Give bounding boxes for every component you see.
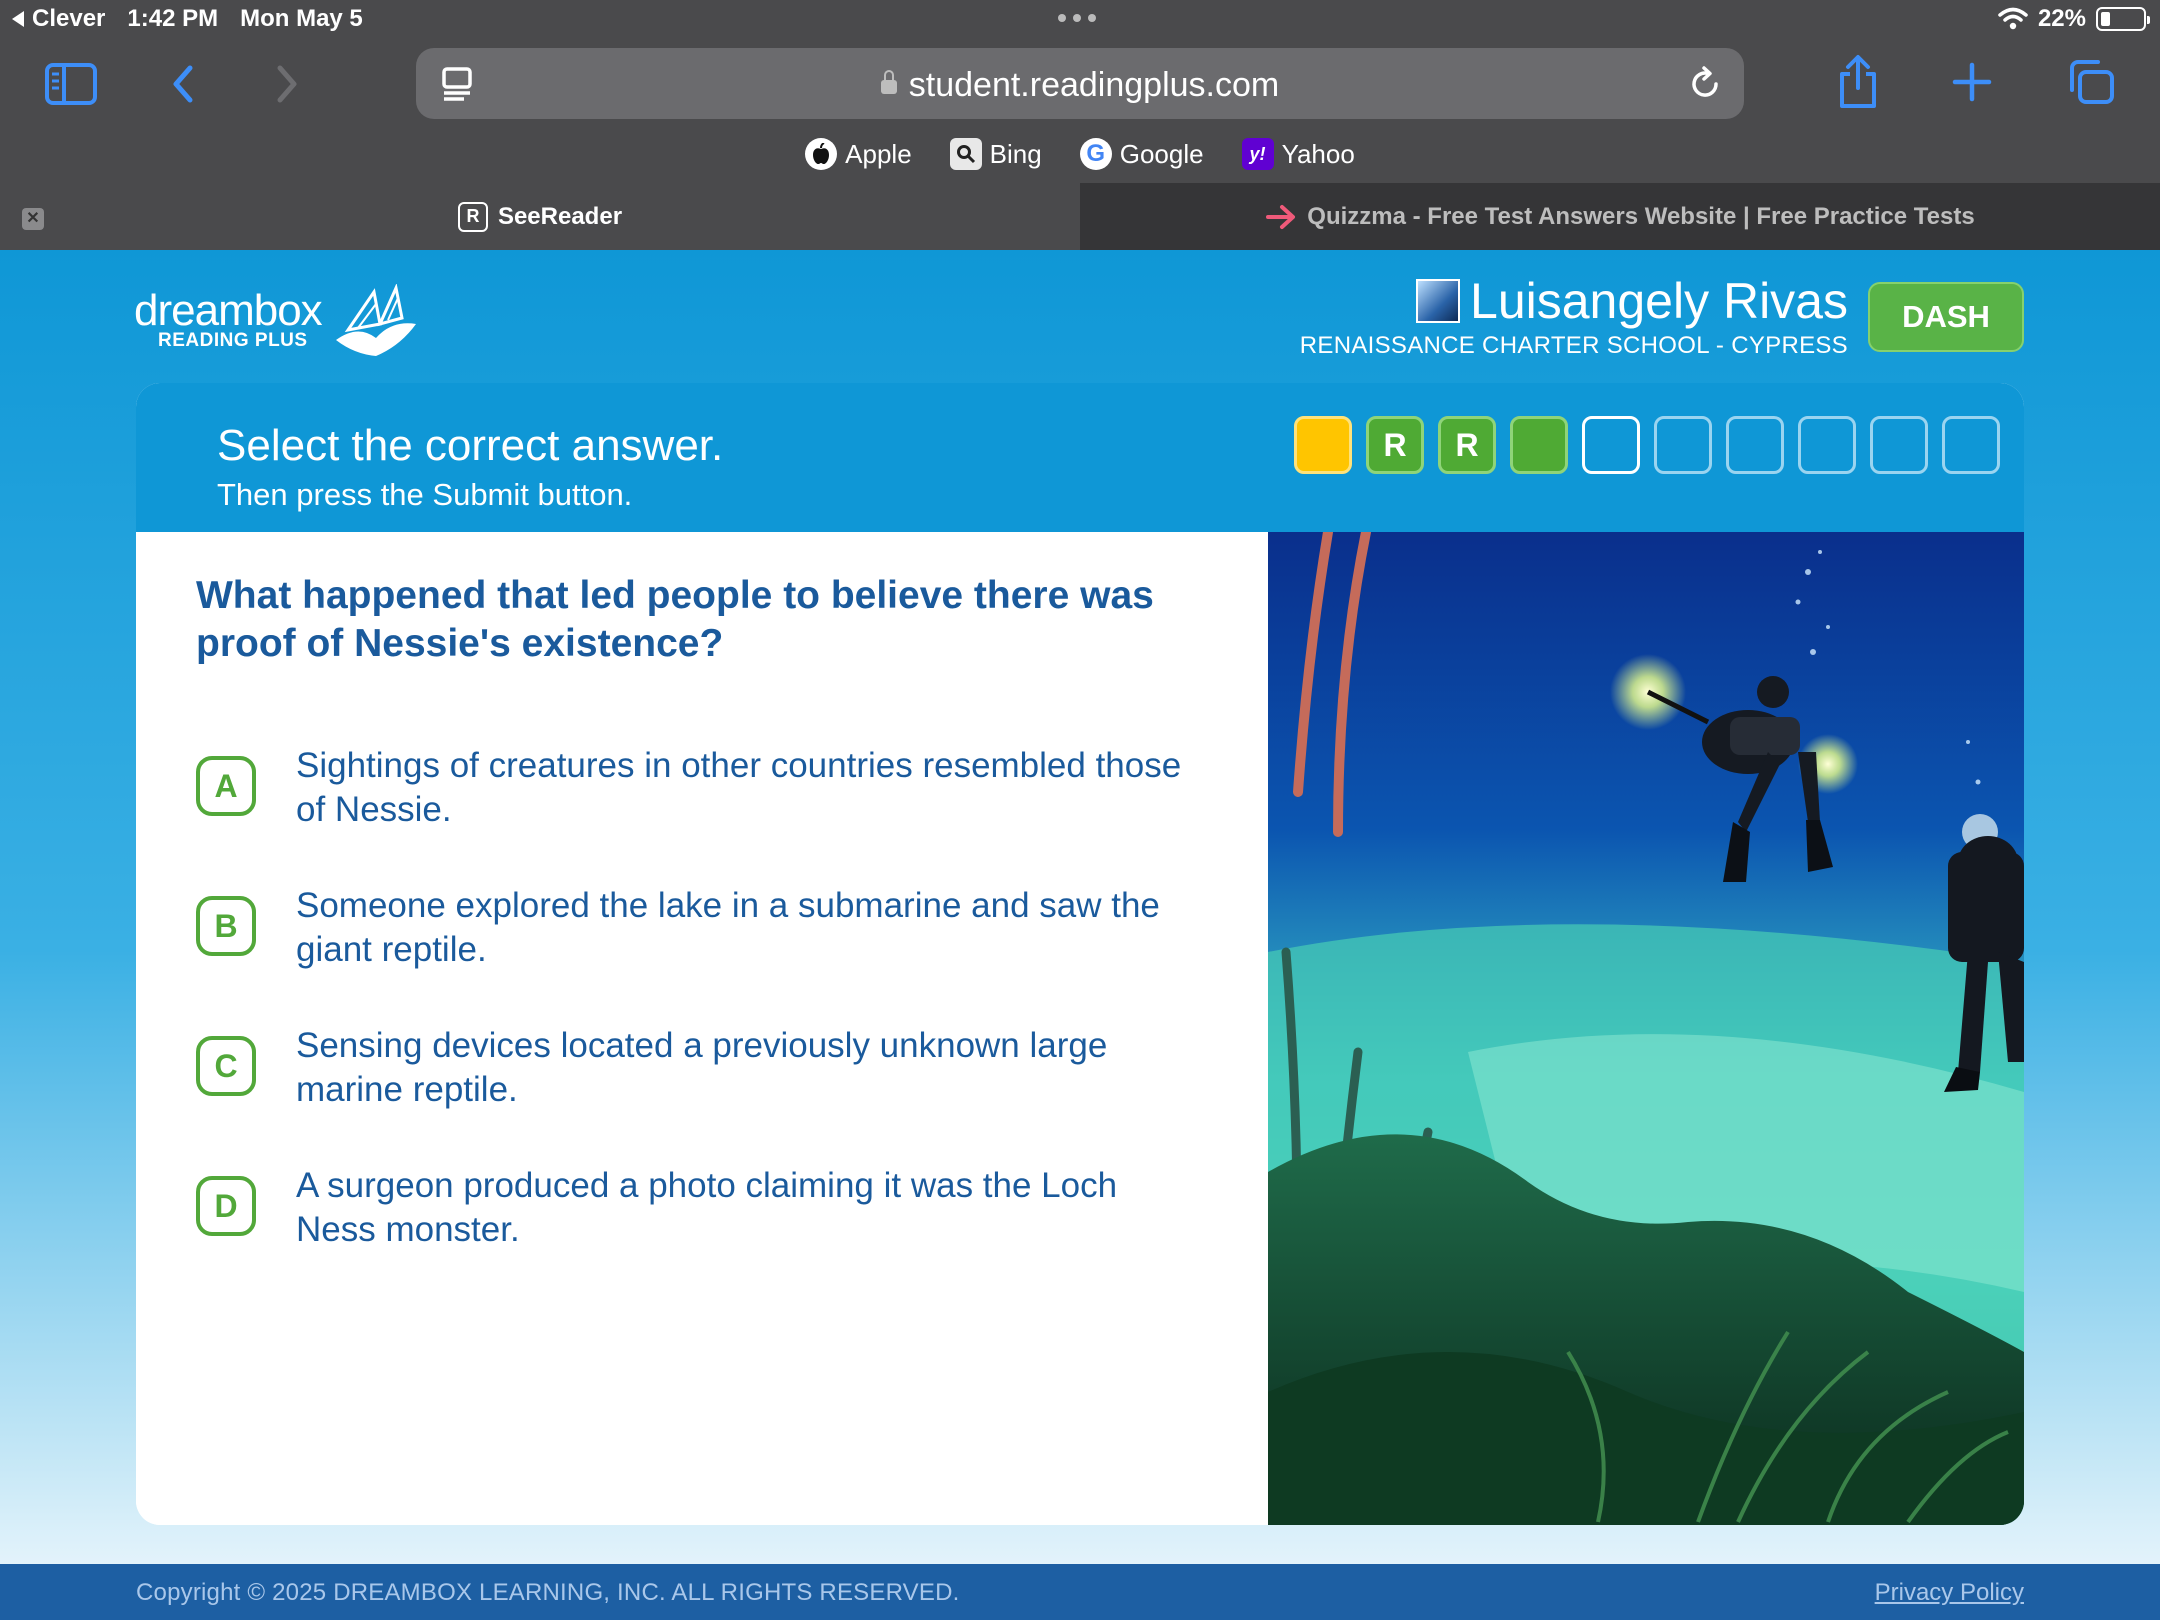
battery-icon bbox=[2096, 7, 2150, 31]
tabs-overview-icon[interactable] bbox=[2066, 58, 2116, 106]
bookmark-apple[interactable]: Apple bbox=[805, 138, 912, 170]
address-bar[interactable]: student.readingplus.com bbox=[416, 48, 1744, 119]
status-date: Mon May 5 bbox=[240, 5, 363, 32]
bookmark-bing[interactable]: Bing bbox=[949, 138, 1042, 170]
progress-box bbox=[1870, 416, 1928, 474]
progress-box: R bbox=[1366, 416, 1424, 474]
user-name: Luisangely Rivas bbox=[1470, 273, 1848, 329]
back-app-label: Clever bbox=[32, 5, 106, 32]
progress-box bbox=[1510, 416, 1568, 474]
option-text[interactable]: A surgeon produced a photo claiming it w… bbox=[296, 1164, 1196, 1252]
search-icon bbox=[949, 138, 982, 170]
question-pane: What happened that led people to believe… bbox=[136, 532, 1268, 1525]
answer-option-d[interactable]: D A surgeon produced a photo claiming it… bbox=[196, 1164, 1206, 1252]
tab-quizzma[interactable]: Quizzma - Free Test Answers Website | Fr… bbox=[1080, 183, 2160, 250]
tab-label: SeeReader bbox=[497, 202, 623, 230]
avatar[interactable] bbox=[1416, 279, 1461, 323]
status-time: 1:42 PM bbox=[127, 5, 219, 32]
bookmark-label: Yahoo bbox=[1281, 138, 1355, 169]
close-tab-icon[interactable]: ✕ bbox=[22, 208, 44, 230]
bookmark-label: Google bbox=[1119, 138, 1204, 169]
share-icon[interactable] bbox=[1836, 54, 1880, 110]
logo-sub: READING PLUS bbox=[158, 330, 308, 351]
back-icon[interactable] bbox=[168, 62, 198, 106]
option-text[interactable]: Someone explored the lake in a submarine… bbox=[296, 884, 1196, 972]
book-bird-icon bbox=[335, 284, 416, 356]
answer-option-b[interactable]: B Someone explored the lake in a submari… bbox=[196, 884, 1206, 972]
question-card: Select the correct answer. Then press th… bbox=[136, 383, 2024, 1525]
yahoo-icon: y! bbox=[1241, 138, 1274, 170]
privacy-policy-link[interactable]: Privacy Policy bbox=[1875, 1579, 2024, 1607]
status-bar: Clever 1:42 PM Mon May 5 22% bbox=[0, 0, 2160, 40]
user-info: Luisangely Rivas RENAISSANCE CHARTER SCH… bbox=[1300, 272, 1848, 360]
browser-toolbar: student.readingplus.com Apple Bing G Goo… bbox=[0, 40, 2160, 183]
card-header: Select the correct answer. Then press th… bbox=[136, 383, 2024, 532]
progress-box bbox=[1942, 416, 2000, 474]
arrow-right-icon bbox=[1266, 204, 1296, 229]
google-icon: G bbox=[1079, 138, 1112, 170]
sidebar-icon[interactable] bbox=[44, 62, 98, 106]
apple-icon bbox=[805, 138, 838, 170]
favorites-bar: Apple Bing G Google y! Yahoo bbox=[0, 138, 2160, 170]
lock-icon bbox=[880, 70, 897, 94]
bookmark-label: Apple bbox=[845, 138, 912, 169]
progress-box-current bbox=[1582, 416, 1640, 474]
battery-percent: 22% bbox=[2037, 5, 2086, 32]
new-tab-icon[interactable] bbox=[1952, 62, 1992, 102]
option-text[interactable]: Sightings of creatures in other countrie… bbox=[296, 744, 1196, 832]
tab-seereader[interactable]: ✕ R SeeReader bbox=[0, 183, 1080, 250]
logo-word: dreambox bbox=[134, 286, 323, 335]
page-content: dreambox READING PLUS Luisangely Rivas R… bbox=[0, 250, 2160, 1564]
bookmark-yahoo[interactable]: y! Yahoo bbox=[1241, 138, 1355, 170]
readingplus-favicon: R bbox=[457, 201, 488, 232]
back-to-app-button[interactable]: Clever bbox=[12, 5, 105, 33]
wifi-icon bbox=[1998, 7, 2028, 30]
dreambox-logo[interactable]: dreambox READING PLUS bbox=[134, 284, 422, 360]
option-letter[interactable]: B bbox=[196, 896, 256, 956]
question-text: What happened that led people to believe… bbox=[196, 574, 1154, 665]
reload-icon[interactable] bbox=[1686, 65, 1724, 103]
progress-box bbox=[1294, 416, 1352, 474]
instruction-title: Select the correct answer. bbox=[217, 421, 724, 470]
back-arrow-icon bbox=[12, 11, 24, 27]
option-text[interactable]: Sensing devices located a previously unk… bbox=[296, 1024, 1196, 1112]
school-name: RENAISSANCE CHARTER SCHOOL - CYPRESS bbox=[1299, 332, 1848, 359]
tab-bar: ✕ R SeeReader Quizzma - Free Test Answer… bbox=[0, 183, 2160, 250]
bookmark-label: Bing bbox=[989, 138, 1042, 169]
copyright-text: Copyright © 2025 DREAMBOX LEARNING, INC.… bbox=[136, 1579, 960, 1606]
option-letter[interactable]: A bbox=[196, 756, 256, 816]
page-footer: Copyright © 2025 DREAMBOX LEARNING, INC.… bbox=[0, 1564, 2160, 1620]
option-letter[interactable]: C bbox=[196, 1036, 256, 1096]
forward-icon[interactable] bbox=[272, 62, 302, 106]
answer-option-a[interactable]: A Sightings of creatures in other countr… bbox=[196, 744, 1206, 832]
progress-box bbox=[1798, 416, 1856, 474]
progress-box: R bbox=[1438, 416, 1496, 474]
instruction-subtitle: Then press the Submit button. bbox=[217, 477, 633, 512]
progress-tracker: R R bbox=[1294, 416, 2000, 474]
progress-box bbox=[1654, 416, 1712, 474]
underwater-divers-image bbox=[1268, 532, 2024, 1525]
tab-label: Quizzma - Free Test Answers Website | Fr… bbox=[1307, 202, 1975, 230]
progress-box bbox=[1726, 416, 1784, 474]
bookmark-google[interactable]: G Google bbox=[1079, 138, 1204, 170]
multitasking-dots-icon[interactable] bbox=[1058, 14, 1096, 22]
url-text: student.readingplus.com bbox=[908, 66, 1280, 104]
underwater-scene bbox=[1268, 532, 2024, 1525]
dash-button[interactable]: DASH bbox=[1868, 282, 2024, 352]
option-letter[interactable]: D bbox=[196, 1176, 256, 1236]
answer-option-c[interactable]: C Sensing devices located a previously u… bbox=[196, 1024, 1206, 1112]
